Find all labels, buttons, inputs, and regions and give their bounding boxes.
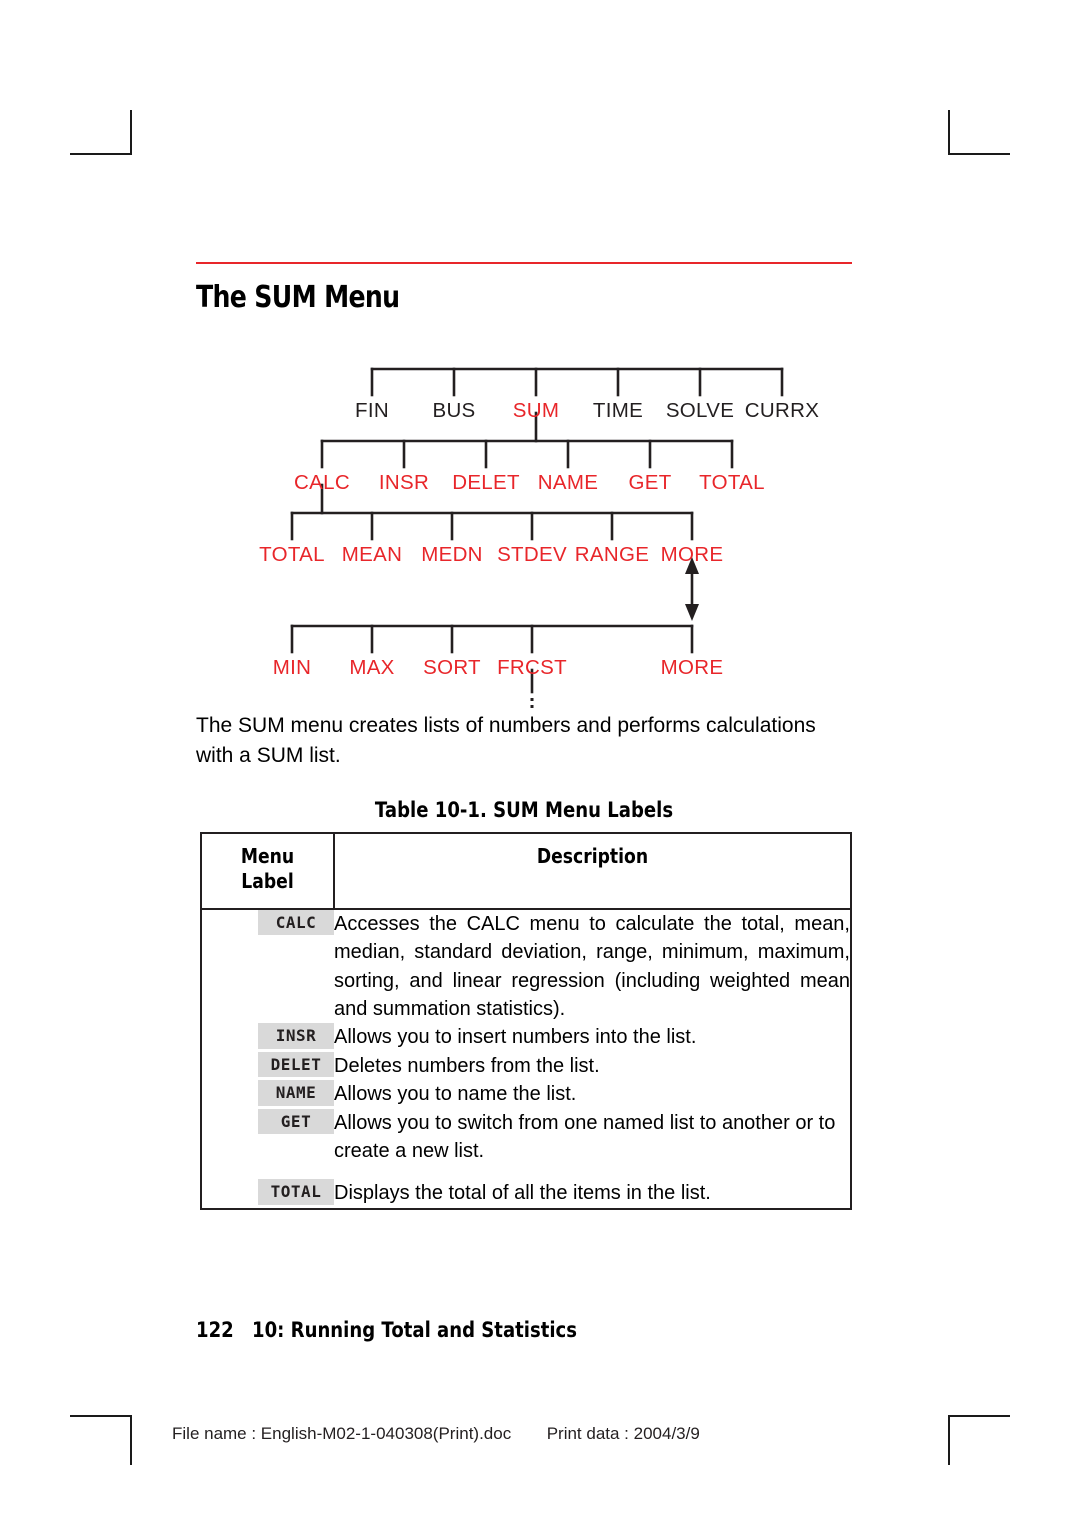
crop-mark-line-horizontal <box>70 1415 132 1417</box>
menu-label-chip-delet[interactable]: DELET <box>258 1051 334 1078</box>
description-text: Allows you to insert numbers into the li… <box>334 1026 697 1049</box>
page-footer: 122 10: Running Total and Statistics <box>196 1318 577 1342</box>
tree-node-sum[interactable]: SUM <box>513 400 559 422</box>
menu-label-chip-calc[interactable]: CALC <box>258 909 334 936</box>
crop-mark-line-horizontal <box>948 153 1010 155</box>
table-header-menu-label-line1: Menu <box>240 843 295 868</box>
crop-mark-line-horizontal <box>948 1415 1010 1417</box>
table-cell-description: Allows you to name the list. <box>334 1080 851 1108</box>
table-row: CALC Accesses the CALC menu to calculate… <box>201 909 851 1024</box>
print-file-name: File name : English-M02-1-040308(Print).… <box>172 1424 512 1443</box>
table-cell-description: Deletes numbers from the list. <box>334 1052 851 1080</box>
tree-node-fin[interactable]: FIN <box>355 400 389 422</box>
tree-node-frcst[interactable]: FRCST <box>497 657 567 679</box>
title-accent-rule <box>196 262 852 264</box>
table-row: DELET Deletes numbers from the list. <box>201 1051 851 1080</box>
tree-node-name[interactable]: NAME <box>538 472 598 494</box>
table-cell-label: INSR <box>201 1023 334 1051</box>
tree-node-delet[interactable]: DELET <box>452 472 520 494</box>
sum-menu-labels-table: Menu Label Description CALC Accesses the… <box>200 831 852 1210</box>
sum-menu-tree-diagram: FIN BUS SUM TIME SOLVE CURRX CALC INSR D… <box>196 361 852 711</box>
crop-mark-line-horizontal <box>70 153 132 155</box>
table-cell-description: Allows you to insert numbers into the li… <box>334 1023 851 1051</box>
tree-node-bus[interactable]: BUS <box>432 400 475 422</box>
tree-node-mean[interactable]: MEAN <box>342 544 402 566</box>
tree-node-more-bottom[interactable]: MORE <box>661 657 724 679</box>
tree-node-total-calc[interactable]: TOTAL <box>259 544 325 566</box>
description-text: Allows you to switch from one named list… <box>334 1111 836 1162</box>
tree-node-sort[interactable]: SORT <box>423 657 481 679</box>
table-row: INSR Allows you to insert numbers into t… <box>201 1023 851 1051</box>
tree-node-time[interactable]: TIME <box>593 400 643 422</box>
crop-mark-top-left <box>70 110 132 155</box>
table-cell-description: Allows you to switch from one named list… <box>334 1109 851 1166</box>
table-row: NAME Allows you to name the list. <box>201 1080 851 1108</box>
table-row: TOTAL Displays the total of all the item… <box>201 1179 851 1208</box>
description-text: Displays the total of all the items in t… <box>334 1182 711 1205</box>
table-cell-description: Accesses the CALC menu to calculate the … <box>334 909 851 1024</box>
page-title: The SUM Menu <box>196 280 400 315</box>
page-content: The SUM Menu FIN BUS SUM TIME SOLVE CURR… <box>196 262 852 1210</box>
tree-node-range[interactable]: RANGE <box>575 544 649 566</box>
frcst-continuation-dots <box>530 698 534 708</box>
tree-node-total[interactable]: TOTAL <box>699 472 765 494</box>
tree-node-get[interactable]: GET <box>628 472 671 494</box>
crop-mark-top-right <box>948 110 1010 155</box>
table-row-spacer <box>201 1165 851 1179</box>
menu-label-chip-name[interactable]: NAME <box>258 1080 334 1106</box>
print-info-line: File name : English-M02-1-040308(Print).… <box>172 1424 700 1444</box>
more-toggle-arrow <box>685 557 699 621</box>
crop-mark-bottom-right <box>948 1415 1010 1465</box>
intro-paragraph: The SUM menu creates lists of numbers an… <box>196 714 816 768</box>
table-cell-label: GET <box>201 1108 334 1166</box>
table-cell-label: CALC <box>201 909 334 1024</box>
page-number: 122 <box>196 1318 234 1342</box>
table-row: GET Allows you to switch from one named … <box>201 1108 851 1166</box>
print-date: Print data : 2004/3/9 <box>546 1424 700 1443</box>
tree-node-currx[interactable]: CURRX <box>745 400 819 422</box>
table-header-menu-label-line2: Label <box>241 868 294 893</box>
table-cell-label: NAME <box>201 1080 334 1108</box>
tree-node-max[interactable]: MAX <box>349 657 394 679</box>
table-caption: Table 10-1. SUM Menu Labels <box>374 797 674 822</box>
tree-node-insr[interactable]: INSR <box>379 472 429 494</box>
menu-label-chip-total[interactable]: TOTAL <box>258 1179 334 1205</box>
tree-node-stdev[interactable]: STDEV <box>497 544 567 566</box>
tree-node-min[interactable]: MIN <box>273 657 311 679</box>
menu-label-chip-insr[interactable]: INSR <box>258 1023 334 1049</box>
description-text: Deletes numbers from the list. <box>334 1054 600 1077</box>
menu-label-chip-get[interactable]: GET <box>258 1108 334 1134</box>
table-header-row: Menu Label Description <box>201 832 851 910</box>
footer-chapter-title: 10: Running Total and Statistics <box>252 1318 577 1342</box>
tree-node-calc[interactable]: CALC <box>294 472 350 494</box>
description-text: Accesses the CALC menu to calculate the … <box>334 912 850 1021</box>
table-header-menu-label: Menu Label <box>201 832 335 910</box>
table-header-description: Description <box>334 832 851 910</box>
table-cell-spacer <box>334 1165 851 1179</box>
tree-node-more-top[interactable]: MORE <box>661 544 724 566</box>
crop-mark-line-vertical <box>948 1415 950 1465</box>
crop-mark-line-vertical <box>130 110 132 155</box>
description-text: Allows you to name the list. <box>334 1083 577 1106</box>
tree-node-solve[interactable]: SOLVE <box>666 400 734 422</box>
table-cell-label: TOTAL <box>201 1179 334 1208</box>
table-cell-label: DELET <box>201 1051 334 1080</box>
crop-mark-bottom-left <box>70 1415 132 1465</box>
table-cell-description: Displays the total of all the items in t… <box>334 1179 851 1208</box>
table-cell-spacer <box>201 1165 334 1179</box>
crop-mark-line-vertical <box>130 1415 132 1465</box>
crop-mark-line-vertical <box>948 110 950 155</box>
tree-node-medn[interactable]: MEDN <box>421 544 483 566</box>
